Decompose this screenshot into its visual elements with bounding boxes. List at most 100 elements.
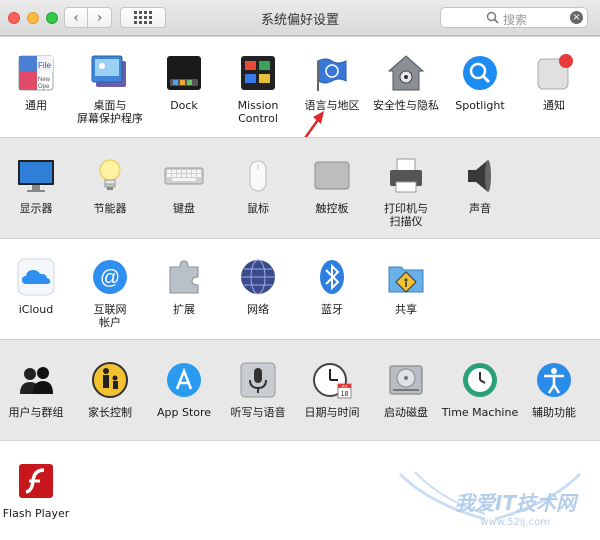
dock-icon [167,56,201,90]
mouse-icon [249,160,267,192]
pref-bluetooth[interactable]: 蓝牙 [296,257,368,316]
desktop-screensaver-icon [91,55,126,87]
pref-mouse-label: 鼠标 [247,202,269,215]
pref-accessibility[interactable]: 辅助功能 [518,360,590,419]
trackpad-icon [314,161,350,190]
spotlight-icon [463,56,497,90]
pref-energy-saver[interactable]: 节能器 [74,156,146,215]
watermark: 我爱IT技术网 www.52ij.com [390,464,590,534]
pref-security-label: 安全性与隐私 [373,99,439,112]
pref-mission-label: Mission Control [237,99,279,125]
accessibility-icon [537,363,571,397]
search-icon [486,11,499,24]
pref-desktop-screensaver[interactable]: 桌面与 屏幕保护程序 [74,53,146,125]
pref-app-store[interactable]: App Store [148,360,220,419]
section-system: 用户与群组 家长控制 App Store 听写与语音 JUL 18 日期与时间 … [0,339,600,440]
pref-spotlight-label: Spotlight [455,99,505,112]
title-bar: ‹ › 系统偏好设置 搜索 × [0,0,600,36]
pref-users-label: 用户与群组 [8,406,64,419]
mission-control-icon [241,56,275,90]
sharing-icon [388,266,424,293]
section-personal: File New Ope 通用 桌面与 屏幕保护程序 Dock Mission … [0,36,600,163]
pref-desktop-label: 桌面与 屏幕保护程序 [77,99,143,125]
security-privacy-icon [387,55,425,91]
flash-player-icon [19,464,53,498]
pref-dock-label: Dock [170,99,198,112]
watermark-url: www.52ij.com [480,517,550,528]
pref-trackpad[interactable]: 触控板 [296,156,368,215]
pref-sound-label: 声音 [469,202,491,215]
keyboard-icon [164,167,204,185]
pref-keyboard[interactable]: 键盘 [148,156,220,215]
pref-dock[interactable]: Dock [148,53,220,112]
pref-notifications[interactable]: 通知 [518,53,590,112]
pref-date-time[interactable]: JUL 18 日期与时间 [296,360,368,419]
watermark-text: 我爱IT技术网 [454,491,576,515]
pref-security-privacy[interactable]: 安全性与隐私 [370,53,442,112]
pref-mouse[interactable]: 鼠标 [222,156,294,215]
pref-sharing-label: 共享 [395,303,417,316]
pref-notifications-label: 通知 [543,99,565,112]
pref-sound[interactable]: 声音 [444,156,516,215]
section-hardware: 显示器 节能器 键盘 鼠标 触控板 打印机与 扫描仪 声音 [0,137,600,238]
pref-sharing[interactable]: 共享 [370,257,442,316]
pref-dictation-speech[interactable]: 听写与语音 [222,360,294,419]
pref-accessibility-label: 辅助功能 [532,406,576,419]
app-store-icon [167,363,201,397]
pref-icloud-label: iCloud [18,303,54,316]
energy-saver-icon [99,159,121,190]
pref-extensions[interactable]: 扩展 [148,257,220,316]
svg-text:@: @ [100,267,120,289]
pref-displays[interactable]: 显示器 [0,156,72,215]
displays-icon [18,160,54,192]
users-groups-icon [20,367,53,394]
pref-keyboard-label: 键盘 [173,202,195,215]
pref-startup-label: 启动磁盘 [384,406,428,419]
pref-parental-controls[interactable]: 家长控制 [74,360,146,419]
language-region-icon [317,58,347,91]
search-placeholder: 搜索 [503,13,528,27]
pref-printers-scanners[interactable]: 打印机与 扫描仪 [370,156,442,228]
pref-icloud[interactable]: iCloud [0,257,72,316]
sound-icon [468,160,491,192]
pref-datetime-label: 日期与时间 [304,406,360,419]
icloud-icon [17,258,55,296]
pref-general[interactable]: File New Ope 通用 [0,53,72,112]
search-field[interactable]: 搜索 × [440,7,588,28]
parental-controls-icon [92,362,128,398]
pref-general-label: 通用 [25,99,47,112]
pref-timemachine-label: Time Machine [441,406,519,419]
pref-dictation-label: 听写与语音 [230,406,286,419]
pref-spotlight[interactable]: Spotlight [444,53,516,112]
pref-internet-label: 互联网 帐户 [93,303,127,329]
pref-time-machine[interactable]: Time Machine [441,360,519,419]
pref-appstore-label: App Store [156,406,212,419]
svg-text:18: 18 [341,391,349,398]
svg-text:File: File [38,61,51,70]
extensions-icon [169,260,199,294]
svg-text:Ope: Ope [38,84,50,90]
pref-trackpad-label: 触控板 [315,202,349,215]
pref-network-label: 网络 [247,303,269,316]
svg-text:JUL: JUL [341,385,347,389]
pref-internet-accounts[interactable]: @ 互联网 帐户 [74,257,146,329]
network-icon [241,259,275,295]
pref-energy-label: 节能器 [93,202,127,215]
section-internet: iCloud @ 互联网 帐户 扩展 网络 蓝牙 共享 [0,238,600,339]
pref-startup-disk[interactable]: 启动磁盘 [370,360,442,419]
pref-extensions-label: 扩展 [173,303,195,316]
clear-search-icon[interactable]: × [570,11,583,24]
pref-bluetooth-label: 蓝牙 [321,303,343,316]
dictation-speech-icon [240,362,276,398]
bluetooth-icon [320,260,344,294]
internet-accounts-icon: @ [93,260,127,294]
general-icon: File New Ope [18,55,54,91]
pref-users-groups[interactable]: 用户与群组 [0,360,72,419]
pref-flash-player[interactable]: Flash Player [0,461,72,520]
startup-disk-icon [389,365,423,395]
pref-language-region[interactable]: 语言与地区 [296,53,368,112]
svg-text:New: New [38,77,51,83]
pref-network[interactable]: 网络 [222,257,294,316]
pref-printers-label: 打印机与 扫描仪 [384,202,428,228]
pref-displays-label: 显示器 [19,202,53,215]
